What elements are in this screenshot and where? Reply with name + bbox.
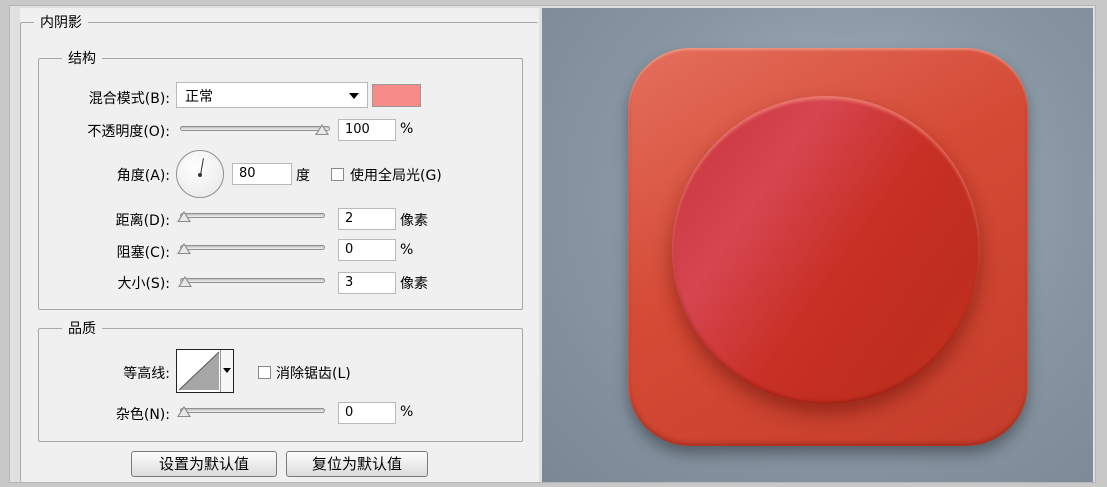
opacity-label: 不透明度(O): bbox=[87, 124, 170, 140]
anti-alias-label[interactable]: 消除锯齿(L) bbox=[276, 363, 351, 383]
opacity-unit: % bbox=[400, 121, 414, 137]
choke-unit: % bbox=[400, 242, 414, 258]
quality-group bbox=[38, 328, 523, 442]
noise-unit: % bbox=[400, 404, 414, 420]
noise-label: 杂色(N): bbox=[115, 407, 170, 423]
anti-alias-checkbox[interactable] bbox=[258, 366, 271, 379]
size-slider-thumb[interactable] bbox=[178, 276, 192, 287]
distance-slider-track[interactable] bbox=[180, 213, 325, 218]
distance-input[interactable]: 2 bbox=[338, 208, 396, 230]
noise-input[interactable]: 0 bbox=[338, 402, 396, 424]
size-unit: 像素 bbox=[400, 276, 428, 292]
angle-unit: 度 bbox=[296, 168, 310, 184]
quality-title: 品质 bbox=[62, 318, 102, 338]
blend-mode-select[interactable]: 正常 bbox=[176, 82, 368, 108]
angle-input[interactable]: 80 bbox=[232, 163, 292, 185]
opacity-input[interactable]: 100 bbox=[338, 119, 396, 141]
choke-slider-thumb[interactable] bbox=[177, 243, 191, 254]
contour-picker[interactable] bbox=[176, 349, 234, 393]
distance-label: 距离(D): bbox=[115, 213, 170, 229]
red-rounded-tile bbox=[628, 48, 1028, 446]
red-circle-button bbox=[672, 96, 980, 404]
noise-slider-track[interactable] bbox=[180, 408, 325, 413]
global-light-label[interactable]: 使用全局光(G) bbox=[350, 165, 442, 185]
opacity-slider-track[interactable] bbox=[180, 126, 330, 131]
angle-dial[interactable] bbox=[176, 150, 224, 198]
blend-mode-value: 正常 bbox=[185, 89, 213, 105]
set-default-button[interactable]: 设置为默认值 bbox=[131, 451, 277, 477]
distance-unit: 像素 bbox=[400, 213, 428, 229]
blend-mode-label: 混合模式(B): bbox=[88, 91, 170, 107]
reset-default-button[interactable]: 复位为默认值 bbox=[286, 451, 428, 477]
inner-shadow-title: 内阴影 bbox=[34, 12, 88, 32]
structure-title: 结构 bbox=[62, 48, 102, 68]
angle-label: 角度(A): bbox=[116, 168, 170, 184]
size-slider-track[interactable] bbox=[180, 278, 325, 283]
size-label: 大小(S): bbox=[117, 276, 170, 292]
distance-slider-thumb[interactable] bbox=[177, 211, 191, 222]
opacity-slider-thumb[interactable] bbox=[315, 124, 329, 135]
choke-slider-track[interactable] bbox=[180, 245, 325, 250]
contour-dropdown-arrow[interactable] bbox=[220, 350, 233, 392]
blend-color-swatch[interactable] bbox=[372, 84, 421, 107]
size-input[interactable]: 3 bbox=[338, 272, 396, 294]
global-light-checkbox[interactable] bbox=[331, 168, 344, 181]
choke-input[interactable]: 0 bbox=[338, 239, 396, 261]
chevron-down-icon bbox=[349, 93, 359, 99]
contour-curve-icon bbox=[178, 351, 220, 391]
noise-slider-thumb[interactable] bbox=[177, 406, 191, 417]
angle-dial-center bbox=[198, 173, 202, 177]
choke-label: 阻塞(C): bbox=[116, 245, 170, 261]
preview-canvas bbox=[542, 8, 1093, 482]
contour-label: 等高线: bbox=[123, 366, 170, 382]
inner-shadow-panel: 内阴影 结构 混合模式(B): 正常 不透明度(O): 100 % 角度(A):… bbox=[20, 8, 539, 482]
